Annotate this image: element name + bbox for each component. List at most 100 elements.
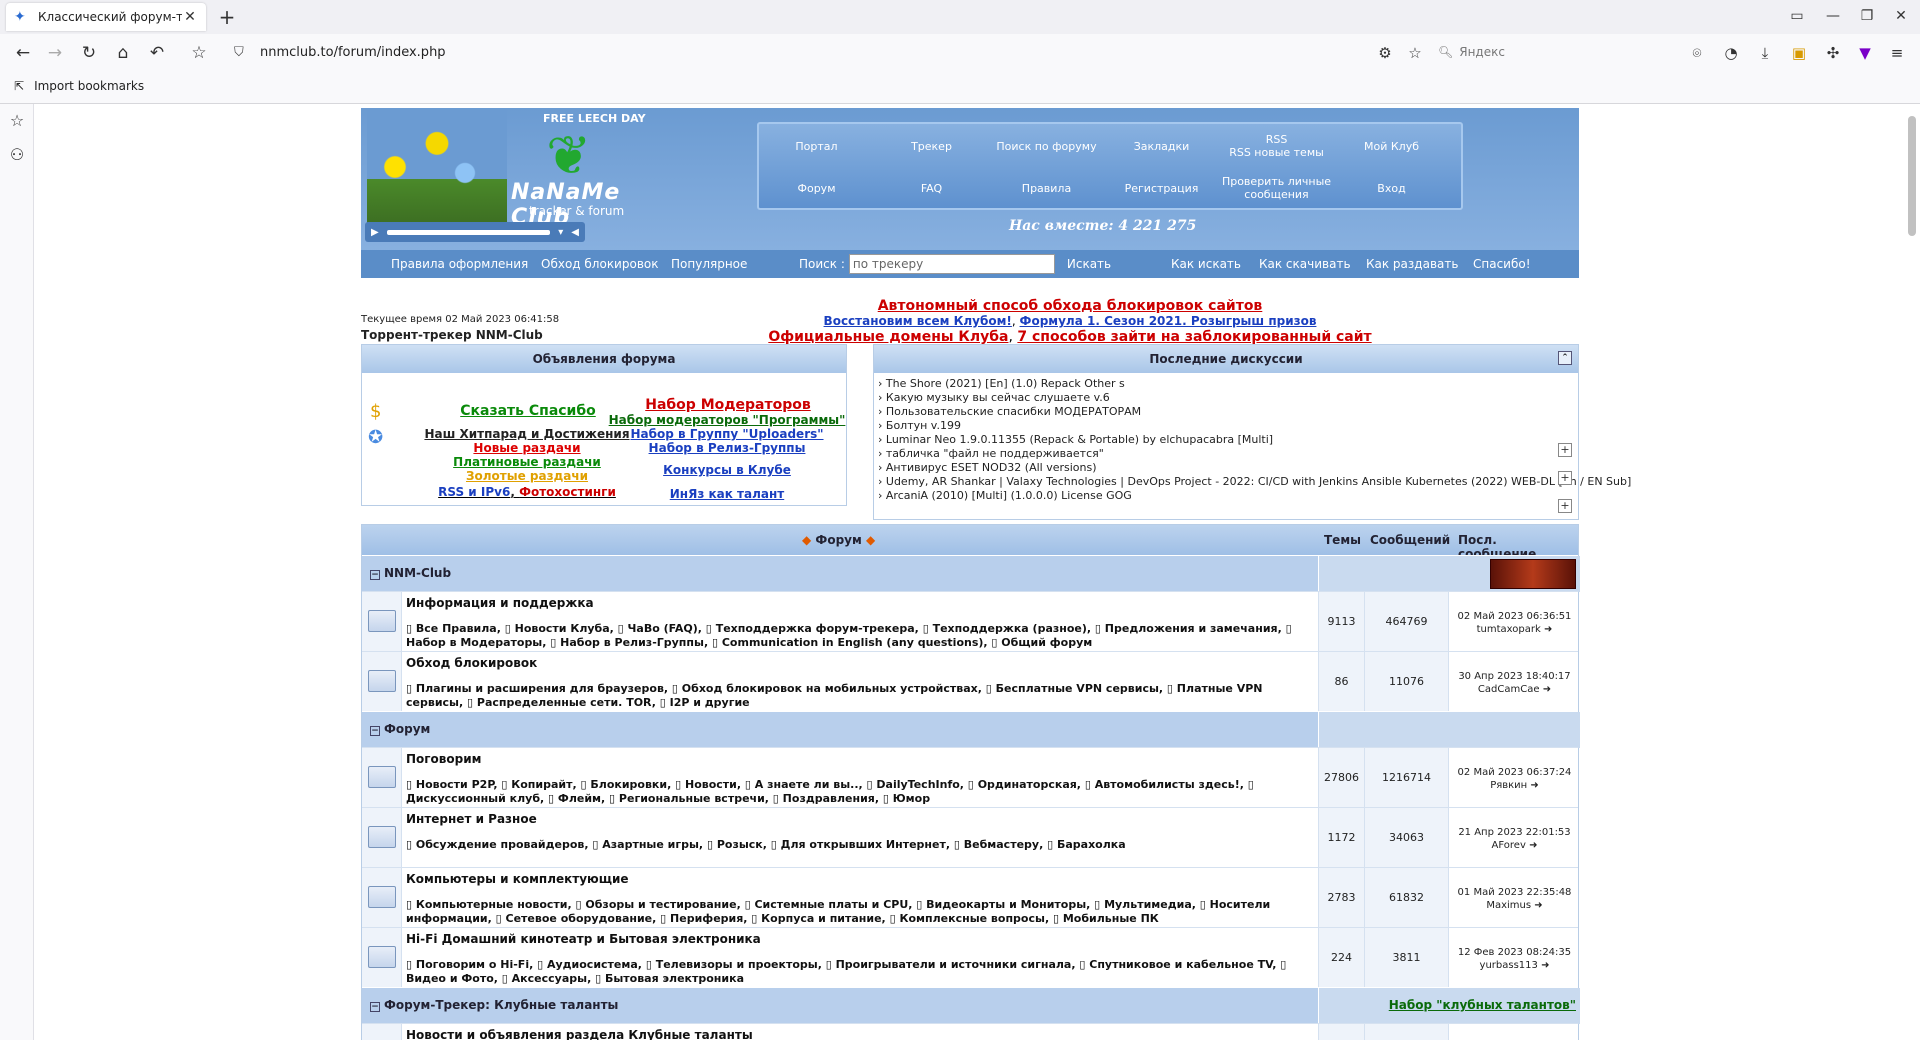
discussion-item[interactable]: › Пользовательские спасибки МОДЕРАТОРАМ <box>874 405 1578 419</box>
discussion-item[interactable]: › табличка "файл не поддерживается" <box>874 447 1578 461</box>
last-post-user-name[interactable]: Maximus <box>1486 900 1531 911</box>
collapse-box-icon[interactable]: − <box>370 1002 380 1012</box>
menu-faq[interactable]: FAQ <box>874 168 989 208</box>
search-field[interactable]: 🔍︎ Яндекс <box>1438 38 1678 66</box>
back-button[interactable]: ← <box>10 40 36 66</box>
collections-icon[interactable]: ⚇ <box>0 138 34 172</box>
how-download-link[interactable]: Как скачивать <box>1259 257 1351 271</box>
menu-rss[interactable]: RSS RSS новые темы <box>1219 126 1334 166</box>
discussion-item[interactable]: › The Shore (2021) [En] (1.0) Repack Oth… <box>874 377 1578 391</box>
english-talent-link[interactable]: ИнЯз как талант <box>602 487 852 501</box>
moderators-recruit-link[interactable]: Набор Модераторов <box>618 397 838 413</box>
subforums-list[interactable]: ▯ Плагины и расширения для браузеров, ▯ … <box>406 682 1316 710</box>
collapse-icon[interactable]: ⌃ <box>1558 351 1572 365</box>
search-button[interactable]: Искать <box>1067 257 1111 271</box>
how-seed-link[interactable]: Как раздавать <box>1366 257 1458 271</box>
goto-post-icon[interactable]: ➜ <box>1544 624 1552 635</box>
player-progress[interactable] <box>386 229 551 235</box>
release-groups-link[interactable]: Набор в Релиз-Группы <box>602 441 852 455</box>
forward-button[interactable]: → <box>42 40 68 66</box>
tracker-search-input[interactable]: по трекеру <box>848 254 1055 274</box>
menu-icon[interactable]: ≡ <box>1884 40 1910 66</box>
nav-bypass-link[interactable]: Обход блокировок <box>541 257 658 271</box>
menu-portal[interactable]: Портал <box>759 126 874 166</box>
forum-name-link[interactable]: Поговорим <box>406 752 481 766</box>
menu-forum-search[interactable]: Поиск по форуму <box>989 126 1104 166</box>
subforums-list[interactable]: ▯ Новости P2P, ▯ Копирайт, ▯ Блокировки,… <box>406 778 1316 806</box>
last-post-user[interactable]: Maximus ➜ <box>1449 899 1580 912</box>
goto-post-icon[interactable]: ➜ <box>1530 780 1538 791</box>
goto-post-icon[interactable]: ➜ <box>1543 684 1551 695</box>
history-icon[interactable]: ◔ <box>1718 40 1744 66</box>
category-label[interactable]: Форум <box>384 722 430 736</box>
forum-name-link[interactable]: Обход блокировок <box>406 656 537 670</box>
nav-rules-link[interactable]: Правила оформления <box>391 257 528 271</box>
thanks-link[interactable]: Спасибо! <box>1473 257 1531 271</box>
discussion-item[interactable]: › Udemy, AR Shankar | Valaxy Technologie… <box>874 475 1631 489</box>
category-label[interactable]: NNM-Club <box>384 566 451 580</box>
undo-button[interactable]: ↶ <box>144 40 170 66</box>
last-post-user[interactable]: AForev ➜ <box>1449 839 1580 852</box>
scrollbar-thumb[interactable] <box>1908 116 1916 236</box>
last-post-user[interactable]: tumtaxopark ➜ <box>1449 623 1580 636</box>
nav-popular-link[interactable]: Популярное <box>671 257 747 271</box>
subforums-list[interactable]: ▯ Обсуждение провайдеров, ▯ Азартные игр… <box>406 838 1316 852</box>
talents-recruit-link[interactable]: Набор "клубных талантов" <box>1389 998 1576 1012</box>
radio-player[interactable]: ▶ ▾ ◀ <box>365 222 585 242</box>
dropdown-icon[interactable]: ▾ <box>558 227 563 238</box>
vpn-icon[interactable]: ▼ <box>1852 40 1878 66</box>
category-name[interactable]: − Форум <box>370 722 430 736</box>
program-mods-link[interactable]: Набор модераторов "Программы" <box>602 413 852 427</box>
minimize-button[interactable]: — <box>1816 0 1850 34</box>
forum-name-link[interactable]: Новости и объявления раздела Клубные тал… <box>406 1028 753 1040</box>
subforums-list[interactable]: ▯ Компьютерные новости, ▯ Обзоры и тести… <box>406 898 1316 926</box>
contests-link[interactable]: Конкурсы в Клубе <box>602 463 852 477</box>
seven-ways-link[interactable]: 7 способов зайти на заблокированный сайт <box>1017 329 1371 345</box>
official-domains-link[interactable]: Официальные домены Клуба <box>768 329 1008 345</box>
reload-button[interactable]: ↻ <box>76 40 102 66</box>
say-thanks-link[interactable]: Сказать Спасибо <box>438 403 618 419</box>
category-name[interactable]: − NNM-Club <box>370 566 451 580</box>
puzzle-icon[interactable]: ✣ <box>1820 40 1846 66</box>
bookmark-add-icon[interactable]: ☆ <box>1402 40 1428 66</box>
discussion-item[interactable]: › Какую музыку вы сейчас слушаете v.6 <box>874 391 1578 405</box>
maximize-button[interactable]: ❐ <box>1850 0 1884 34</box>
close-window-button[interactable]: ✕ <box>1884 0 1918 34</box>
formula1-link[interactable]: Формула 1. Сезон 2021. Розыгрыш призов <box>1020 314 1317 328</box>
subforums-list[interactable]: ▯ Поговорим о Hi-Fi, ▯ Аудиосистема, ▯ Т… <box>406 958 1316 986</box>
forum-name-link[interactable]: Интернет и Разное <box>406 812 537 826</box>
menu-forum[interactable]: Форум <box>759 168 874 208</box>
forum-name-link[interactable]: Компьютеры и комплектующие <box>406 872 629 886</box>
volume-icon[interactable]: ◀ <box>571 227 579 238</box>
collapse-box-icon[interactable]: − <box>370 570 380 580</box>
menu-rules[interactable]: Правила <box>989 168 1104 208</box>
forum-name-link[interactable]: Информация и поддержка <box>406 596 594 610</box>
expand-icon[interactable]: + <box>1558 499 1572 513</box>
discussion-item[interactable]: › ArcaniA (2010) [Multi] (1.0.0.0) Licen… <box>874 489 1578 503</box>
goto-post-icon[interactable]: ➜ <box>1541 960 1549 971</box>
favorites-icon[interactable]: ☆ <box>0 104 34 138</box>
address-bar[interactable]: ⛉ nnmclub.to/forum/index.php <box>228 38 1428 66</box>
screenshot-icon[interactable]: ⌾ <box>1684 40 1710 66</box>
forum-name-link[interactable]: Hi-Fi Домашний кинотеатр и Бытовая элект… <box>406 932 761 946</box>
menu-login[interactable]: Вход <box>1334 168 1449 208</box>
expand-icon[interactable]: + <box>1558 443 1572 457</box>
menu-bookmarks[interactable]: Закладки <box>1104 126 1219 166</box>
extension-icon[interactable]: ▣ <box>1786 40 1812 66</box>
restore-link[interactable]: Восстановим всем Клубом! <box>824 314 1012 328</box>
goto-post-icon[interactable]: ➜ <box>1529 840 1537 851</box>
how-search-link[interactable]: Как искать <box>1171 257 1241 271</box>
subforums-list[interactable]: ▯ Все Правила, ▯ Новости Клуба, ▯ ЧаВо (… <box>406 622 1316 650</box>
last-post-user[interactable]: Рявкин ➜ <box>1449 779 1580 792</box>
last-post-user-name[interactable]: tumtaxopark <box>1477 624 1541 635</box>
discussion-item[interactable]: › Антивирус ESET NOD32 (All versions) <box>874 461 1578 475</box>
close-tab-icon[interactable]: ✕ <box>182 9 198 25</box>
expand-icon[interactable]: + <box>1558 471 1572 485</box>
last-post-user-name[interactable]: AForev <box>1492 840 1526 851</box>
last-post-user-name[interactable]: CadCamCae <box>1478 684 1540 695</box>
active-tab[interactable]: ✦ Классический форум-т ✕ <box>6 3 206 31</box>
rss-ipv6-link[interactable]: RSS и IPv6 <box>438 485 510 499</box>
menu-tracker[interactable]: Трекер <box>874 126 989 166</box>
last-post-user-name[interactable]: Рявкин <box>1490 780 1527 791</box>
bookmark-star-icon[interactable]: ☆ <box>186 40 212 66</box>
